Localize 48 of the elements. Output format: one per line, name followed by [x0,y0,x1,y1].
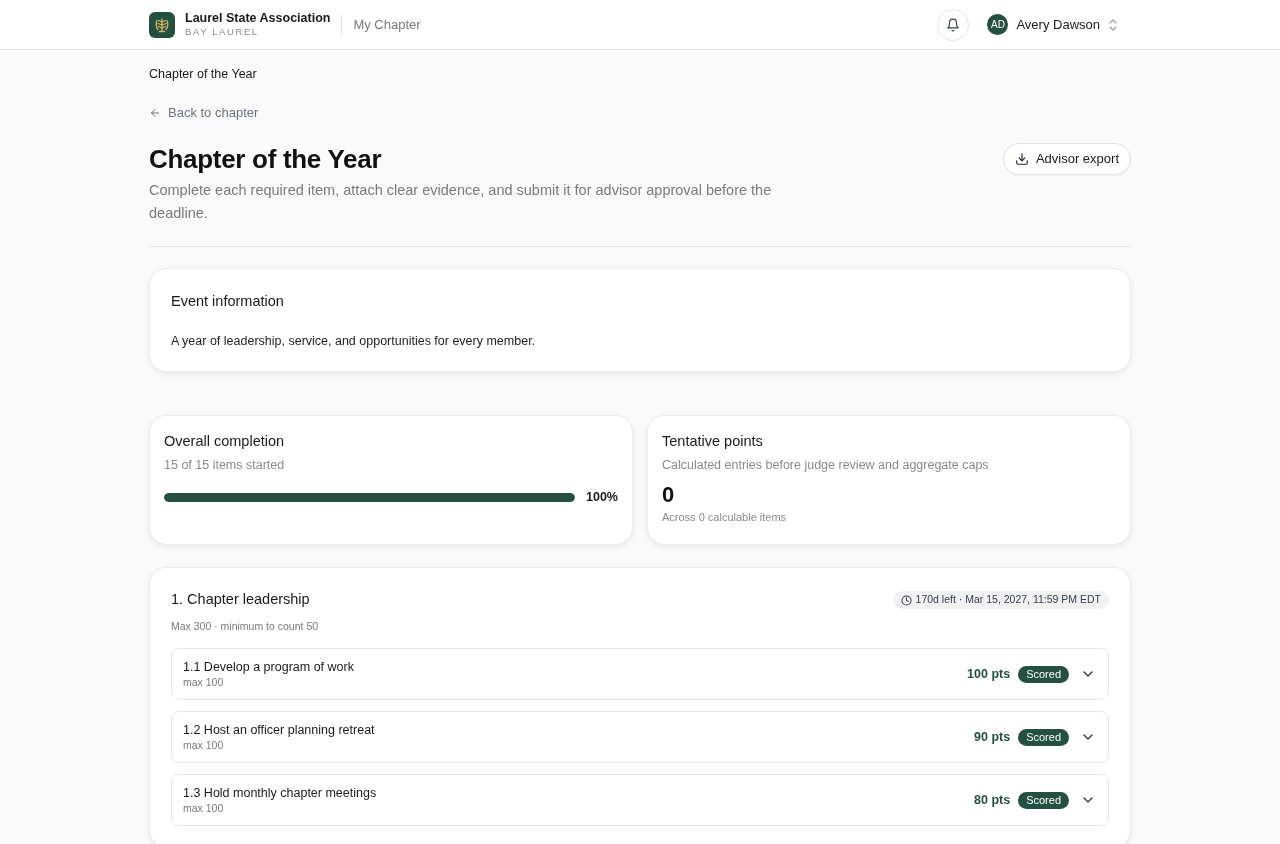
requirement-max: max 100 [183,738,225,752]
requirement-title: 1.3 Hold monthly chapter meetings [183,785,377,801]
requirement-points: 100 pts [967,665,1011,683]
chevron-down-icon[interactable] [1083,671,1093,677]
notifications-button[interactable] [937,8,970,41]
clock-icon [900,594,912,606]
bell-icon [946,17,961,32]
breadcrumb: Chapter of the Year [149,66,258,82]
requirement-max: max 100 [183,801,225,815]
chevron-up-down-icon [1108,17,1118,32]
brand-subtitle: BAY LAUREL [185,26,260,38]
points-note: Across 0 calculable items [662,510,788,524]
deadline-pill: 170d left · Mar 15, 2027, 11:59 PM EDT [892,591,1109,609]
event-description: A year of leadership, service, and opportunities for every member. [171,333,537,349]
requirement-row[interactable]: 1.1 Develop a program of work max 100 100 pts Scored [171,648,1109,700]
requirement-title: 1.2 Host an officer planning retreat [183,722,375,738]
points-value: 0 [662,482,676,508]
advisor-export-button[interactable]: Advisor export [1002,143,1131,175]
download-icon [1014,152,1029,166]
progress-reading: 100% [586,489,618,506]
card-title: Tentative points [662,432,764,450]
back-link[interactable]: Back to chapter [149,105,259,121]
plant-logo-icon [149,11,175,38]
user-menu-button[interactable]: AD Avery Dawson [987,14,1131,35]
status-badge: Scored [1018,791,1069,809]
status-badge: Scored [1018,728,1069,746]
chevron-down-icon[interactable] [1083,734,1093,740]
card-title: Event information [171,292,285,310]
card-subtitle: 15 of 15 items started [164,457,286,473]
chevron-down-icon[interactable] [1083,797,1093,803]
requirement-max: max 100 [183,675,225,689]
requirement-row[interactable]: 1.2 Host an officer planning retreat max 100 90 pts Scored [171,711,1109,763]
page-description: Complete each required item, attach clear evidence, and submit it for advisor approval before the deadline. [149,181,773,223]
my-chapter-link[interactable]: My Chapter [353,14,421,35]
card-subtitle: Calculated entries before judge review and aggregate caps [662,457,990,473]
requirement-title: 1.1 Develop a program of work [183,659,354,675]
section-title: 1. Chapter leadership [171,590,311,609]
page-title: Chapter of the Year [149,143,383,176]
arrow-left-icon [149,107,161,119]
requirement-row[interactable]: 1.3 Hold monthly chapter meetings max 100 80 pts Scored [171,774,1109,826]
user-name: Avery Dawson [1016,15,1100,34]
requirement-points: 80 pts [974,791,1011,809]
section-meta: Max 300 · minimum to count 50 [171,619,319,633]
card-title: Overall completion [164,432,286,450]
user-avatar: AD [987,14,1009,35]
brand-name: Laurel State Association [185,11,331,26]
status-badge: Scored [1018,665,1069,683]
requirement-points: 90 pts [974,728,1011,746]
